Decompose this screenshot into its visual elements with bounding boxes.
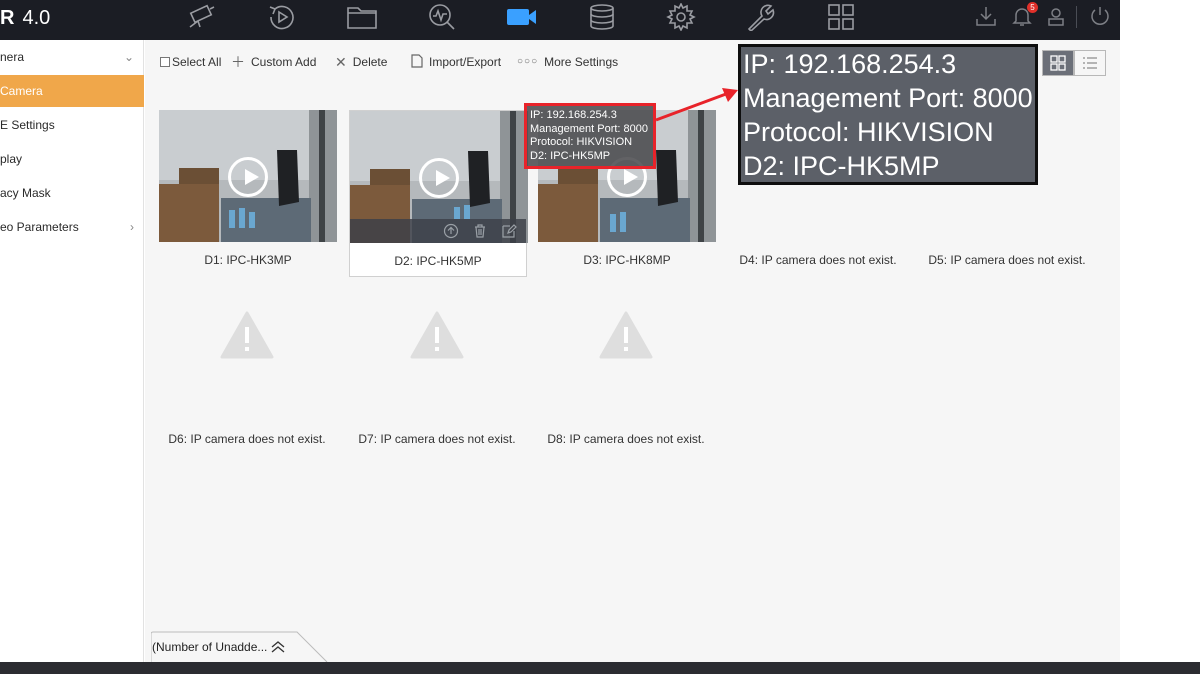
search-icon[interactable] [424, 2, 460, 32]
download-icon[interactable] [974, 4, 998, 28]
sidebar-item-settings[interactable]: E Settings [0, 109, 144, 141]
sidebar-item-camera-group[interactable]: nera ⌄ [0, 41, 144, 73]
camera-slot-d6-label: D6: IP camera does not exist. [168, 432, 326, 446]
nvr-app-window: R 4.0 5 nera ⌄ Camera E Settings play ac… [0, 0, 1200, 674]
camera-thumbnail[interactable] [350, 111, 528, 243]
info-ip: IP: 192.168.254.3 [530, 109, 617, 121]
camera-label: D3: IPC-HK8MP [583, 253, 671, 267]
version-label: 4.0 [22, 7, 51, 29]
video-camera-icon[interactable] [503, 2, 539, 32]
list-view-icon [1083, 57, 1097, 69]
info-port-zoomed: Management Port: 8000 [743, 83, 1033, 113]
sidebar-item-label: eo Parameters [0, 220, 79, 234]
camera-thumbnail[interactable] [159, 110, 337, 242]
chevron-down-icon: ⌄ [123, 50, 134, 64]
grid-icon[interactable] [823, 2, 859, 32]
play-icon[interactable] [419, 158, 459, 198]
grid-view-toggle[interactable] [1042, 50, 1074, 76]
playback-icon[interactable] [264, 2, 300, 32]
grid-view-icon [1050, 55, 1066, 71]
import-export-button[interactable]: Import/Export [411, 53, 502, 71]
top-navigation-bar: R 4.0 5 [0, 0, 1120, 40]
notification-bell-icon[interactable]: 5 [1010, 2, 1038, 28]
camera-slot-d5-label: D5: IP camera does not exist. [928, 253, 1086, 267]
delete-label: Delete [352, 55, 388, 69]
play-icon[interactable] [228, 157, 268, 197]
warning-icon [599, 311, 653, 359]
edit-icon[interactable] [501, 223, 517, 239]
document-icon [411, 53, 423, 71]
folder-icon[interactable] [344, 2, 380, 32]
upload-icon[interactable] [443, 223, 459, 239]
sidebar-item-label: Camera [0, 84, 43, 98]
warning-icon [220, 311, 274, 359]
notification-count-badge: 5 [1027, 2, 1038, 13]
sidebar-item-label: nera [0, 50, 25, 64]
delete-button[interactable]: ✕ Delete [335, 54, 387, 70]
info-protocol-zoomed: Protocol: HIKVISION [743, 117, 994, 147]
info-device: D2: IPC-HK5MP [530, 149, 611, 162]
camera-info-zoomed: IP: 192.168.254.3 Management Port: 8000 … [738, 44, 1038, 185]
import-export-label: Import/Export [429, 55, 502, 69]
unadded-devices-tab[interactable]: (Number of Unadde... [151, 631, 331, 663]
sidebar-item-camera[interactable]: Camera [0, 75, 144, 107]
warning-icon [410, 311, 464, 359]
sidebar-item-label: acy Mask [0, 186, 51, 200]
thumbnail-action-bar [350, 219, 526, 243]
plus-icon: ＋ [231, 54, 245, 70]
sidebar-item-label: play [0, 152, 23, 166]
camera-slot-d8-label: D8: IP camera does not exist. [547, 432, 705, 446]
info-protocol: Protocol: HIKVISION [530, 136, 633, 148]
sidebar-item-display[interactable]: play [0, 143, 144, 175]
camera-slot-d4-label: D4: IP camera does not exist. [739, 253, 897, 267]
account-lock-icon[interactable] [1044, 4, 1068, 28]
camera-label: D1: IPC-HK3MP [204, 253, 292, 267]
camera-card-d1[interactable]: D1: IPC-HK3MP [159, 110, 337, 277]
checkbox-icon [160, 57, 170, 67]
more-settings-button[interactable]: ○○○ More Settings [517, 54, 618, 70]
storage-icon[interactable] [584, 2, 620, 32]
brand-mark: R [0, 7, 15, 29]
power-icon[interactable] [1088, 4, 1112, 28]
maintenance-icon[interactable] [743, 2, 779, 32]
more-settings-label: More Settings [544, 55, 619, 69]
brand-logo: R 4.0 [0, 4, 50, 32]
camera-label: D2: IPC-HK5MP [394, 254, 482, 268]
settings-icon[interactable] [663, 2, 699, 32]
camera-slot-d7-label: D7: IP camera does not exist. [358, 432, 516, 446]
custom-add-label: Custom Add [251, 55, 317, 69]
camera-info-tooltip: IP: 192.168.254.3 Management Port: 8000 … [524, 103, 656, 169]
select-all-label: Select All [172, 55, 222, 69]
trash-icon[interactable] [472, 223, 488, 239]
info-port: Management Port: 8000 [530, 122, 649, 135]
custom-add-button[interactable]: ＋ Custom Add [231, 54, 316, 70]
camera-icon[interactable] [184, 2, 220, 32]
close-icon: ✕ [335, 54, 347, 70]
select-all-checkbox[interactable]: Select All [160, 54, 221, 70]
sidebar-item-privacy-mask[interactable]: acy Mask [0, 177, 144, 209]
bottom-bar [0, 662, 1200, 674]
sidebar: nera ⌄ Camera E Settings play acy Mask e… [0, 40, 144, 662]
list-view-toggle[interactable] [1074, 50, 1106, 76]
top-bar-divider [1076, 6, 1077, 28]
info-ip-zoomed: IP: 192.168.254.3 [743, 49, 957, 79]
right-margin [1120, 0, 1200, 674]
unadded-devices-label: (Number of Unadde... [152, 640, 268, 654]
more-dots-icon: ○○○ [517, 56, 539, 67]
info-device-zoomed: D2: IPC-HK5MP [743, 151, 940, 181]
sidebar-item-label: E Settings [0, 118, 55, 132]
camera-card-d2[interactable]: D2: IPC-HK5MP [349, 110, 528, 277]
chevron-right-icon: › [130, 220, 134, 234]
sidebar-item-video-parameters[interactable]: eo Parameters › [0, 211, 144, 243]
chevron-up-double-icon[interactable] [271, 641, 285, 653]
